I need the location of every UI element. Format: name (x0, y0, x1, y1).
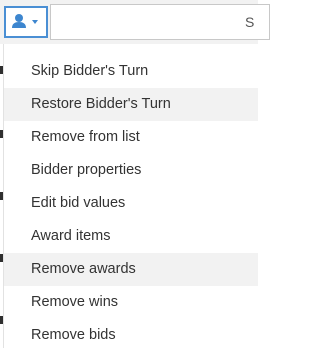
menu-item-remove-wins[interactable]: Remove wins (4, 286, 258, 319)
menu-item-remove-bids[interactable]: Remove bids (4, 319, 258, 352)
toolbar: S (0, 0, 270, 44)
edge-marker (0, 316, 3, 324)
menu-item-award-items[interactable]: Award items (4, 220, 258, 253)
bidder-context-menu: Skip Bidder's Turn Restore Bidder's Turn… (4, 54, 258, 352)
user-icon (12, 14, 38, 28)
menu-item-remove-awards[interactable]: Remove awards (4, 253, 258, 286)
edge-marker (0, 130, 3, 138)
user-menu-button[interactable] (4, 6, 48, 38)
menu-item-remove-from-list[interactable]: Remove from list (4, 121, 258, 154)
edge-marker (0, 192, 3, 200)
menu-item-skip-bidders-turn[interactable]: Skip Bidder's Turn (4, 54, 258, 88)
search-input-text: S (245, 14, 255, 30)
edge-marker (0, 254, 3, 262)
menu-item-edit-bid-values[interactable]: Edit bid values (4, 187, 258, 220)
search-input[interactable]: S (50, 4, 270, 40)
edge-marker (0, 66, 3, 74)
menu-item-bidder-properties[interactable]: Bidder properties (4, 154, 258, 187)
menu-item-restore-bidders-turn[interactable]: Restore Bidder's Turn (4, 88, 258, 121)
caret-down-icon (32, 20, 38, 24)
